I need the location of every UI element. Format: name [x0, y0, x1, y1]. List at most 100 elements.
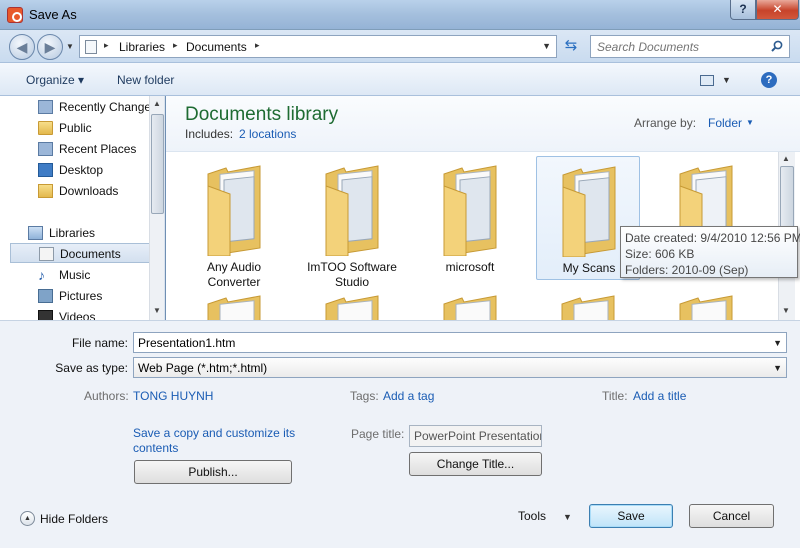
authors-value[interactable]: TONG HUYNH — [133, 389, 213, 403]
recent-icon — [38, 100, 53, 114]
add-tag-link[interactable]: Add a tag — [383, 389, 434, 403]
view-options-dropdown-icon[interactable]: ▼ — [722, 75, 731, 85]
new-folder-button[interactable]: New folder — [117, 73, 174, 87]
nav-scroll-thumb[interactable] — [151, 114, 164, 214]
breadcrumb-separator-icon[interactable]: ▸ — [173, 40, 178, 51]
forward-button[interactable]: ▶ — [37, 34, 63, 60]
organize-menu[interactable]: Organize ▾ — [26, 73, 84, 87]
hide-folders-button[interactable]: Hide Folders — [40, 512, 108, 526]
folder-item[interactable] — [300, 286, 404, 320]
nav-item-documents[interactable]: Documents — [10, 243, 150, 263]
search-icon[interactable] — [771, 40, 783, 52]
breadcrumb-documents[interactable]: Documents — [186, 40, 247, 54]
nav-item-music[interactable]: ♪ Music — [10, 265, 150, 285]
address-bar[interactable]: ▸ Libraries ▸ Documents ▸ ▼ — [79, 35, 557, 58]
folder-item[interactable] — [536, 286, 640, 320]
content-scroll-thumb[interactable] — [780, 166, 794, 228]
navigation-pane: Recently Changed Public Recent Places De… — [0, 96, 165, 320]
nav-item-label: Downloads — [59, 184, 119, 198]
save-button[interactable]: Save — [589, 504, 673, 528]
desktop-icon — [38, 163, 53, 177]
folder-imtoo-software-studio[interactable]: ImTOO Software Studio — [300, 156, 404, 289]
help-button[interactable]: ? — [730, 0, 756, 20]
nav-scrollbar[interactable]: ▲ ▼ — [149, 96, 164, 320]
back-button[interactable]: ◀ — [9, 34, 35, 60]
arrange-by-label: Arrange by: — [634, 116, 697, 130]
address-dropdown-icon[interactable]: ▼ — [542, 41, 551, 51]
nav-item-recent-places[interactable]: Recent Places — [10, 139, 150, 159]
folder-microsoft[interactable]: microsoft — [418, 156, 522, 280]
title-bar: Save As ? ✕ — [0, 0, 800, 30]
pictures-icon — [38, 289, 53, 303]
publish-button[interactable]: Publish... — [134, 460, 292, 484]
library-icon — [28, 226, 43, 240]
nav-item-label: Videos — [59, 310, 96, 320]
tools-menu[interactable]: Tools — [518, 509, 546, 523]
music-icon: ♪ — [38, 267, 45, 283]
nav-item-videos[interactable]: Videos — [10, 307, 150, 320]
folder-icon — [325, 165, 379, 256]
scroll-down-icon[interactable]: ▼ — [153, 306, 161, 315]
file-name-label: File name: — [71, 336, 128, 350]
nav-item-libraries[interactable]: Libraries — [0, 223, 140, 243]
folder-item[interactable] — [654, 286, 758, 320]
cancel-button[interactable]: Cancel — [689, 504, 774, 528]
breadcrumb-libraries[interactable]: Libraries — [119, 40, 165, 54]
nav-item-label: Recent Places — [59, 142, 137, 156]
help-icon[interactable]: ? — [761, 72, 777, 88]
forward-arrow-icon: ▶ — [44, 39, 56, 55]
address-row: ◀ ▶ ▼ ▸ Libraries ▸ Documents ▸ ▼ ⇆ — [0, 30, 800, 62]
change-view-icon[interactable] — [700, 75, 714, 86]
save-copy-link[interactable]: Save a copy and customize its contents — [133, 426, 295, 456]
arrange-by-dropdown[interactable]: Folder — [708, 116, 742, 130]
nav-item-downloads[interactable]: Downloads — [10, 181, 150, 201]
nav-item-recently-changed[interactable]: Recently Changed — [10, 97, 158, 117]
save-as-type-select[interactable]: Web Page (*.htm;*.html) ▼ — [133, 357, 787, 378]
refresh-button[interactable]: ⇆ — [561, 37, 581, 57]
folder-any-audio-converter[interactable]: Any Audio Converter — [182, 156, 286, 289]
breadcrumb-separator-icon[interactable]: ▸ — [255, 40, 260, 51]
folder-label: microsoft — [445, 260, 495, 274]
powerpoint-app-icon — [7, 7, 23, 23]
nav-item-label: Public — [59, 121, 92, 135]
add-title-link[interactable]: Add a title — [633, 389, 686, 403]
file-name-dropdown-icon[interactable]: ▼ — [773, 338, 782, 348]
folder-icon — [207, 165, 261, 256]
breadcrumb-separator-icon[interactable]: ▸ — [104, 40, 109, 51]
folder-item[interactable] — [182, 286, 286, 320]
change-title-button[interactable]: Change Title... — [409, 452, 542, 476]
nav-item-pictures[interactable]: Pictures — [10, 286, 150, 306]
arrange-dropdown-icon[interactable]: ▼ — [746, 118, 754, 127]
save-as-type-dropdown-icon[interactable]: ▼ — [773, 363, 782, 373]
tooltip-size: Size: 606 KB — [625, 247, 695, 261]
scroll-down-icon[interactable]: ▼ — [782, 306, 790, 315]
downloads-icon — [38, 184, 53, 198]
file-name-value[interactable]: Presentation1.htm — [138, 336, 235, 350]
folder-icon — [443, 295, 497, 320]
locations-link[interactable]: 2 locations — [239, 127, 296, 141]
folder-tooltip: Date created: 9/4/2010 12:56 PM Size: 60… — [620, 226, 800, 278]
recent-pages-dropdown-icon[interactable]: ▼ — [66, 42, 74, 51]
search-box[interactable] — [590, 35, 790, 58]
refresh-icon: ⇆ — [564, 37, 578, 54]
close-button[interactable]: ✕ — [756, 0, 799, 20]
nav-item-desktop[interactable]: Desktop — [10, 160, 150, 180]
file-name-field[interactable]: Presentation1.htm ▼ — [133, 332, 787, 353]
save-options-panel: File name: Presentation1.htm ▼ Save as t… — [0, 320, 800, 548]
folder-icon — [38, 121, 53, 135]
videos-icon — [38, 310, 53, 320]
window-title: Save As — [29, 7, 77, 22]
tags-label: Tags: — [350, 389, 379, 403]
collapse-up-icon[interactable]: ▲ — [20, 511, 35, 526]
library-header: Documents library Includes: 2 locations … — [166, 96, 800, 152]
tools-dropdown-icon[interactable]: ▼ — [563, 512, 572, 522]
folder-item[interactable] — [418, 286, 522, 320]
scroll-up-icon[interactable]: ▲ — [782, 154, 790, 163]
documents-icon — [39, 247, 54, 261]
recent-places-icon — [38, 142, 53, 156]
nav-item-public[interactable]: Public — [10, 118, 150, 138]
search-input[interactable] — [591, 36, 766, 57]
save-as-type-label: Save as type: — [55, 361, 128, 375]
back-arrow-icon: ◀ — [16, 39, 28, 55]
scroll-up-icon[interactable]: ▲ — [153, 99, 161, 108]
